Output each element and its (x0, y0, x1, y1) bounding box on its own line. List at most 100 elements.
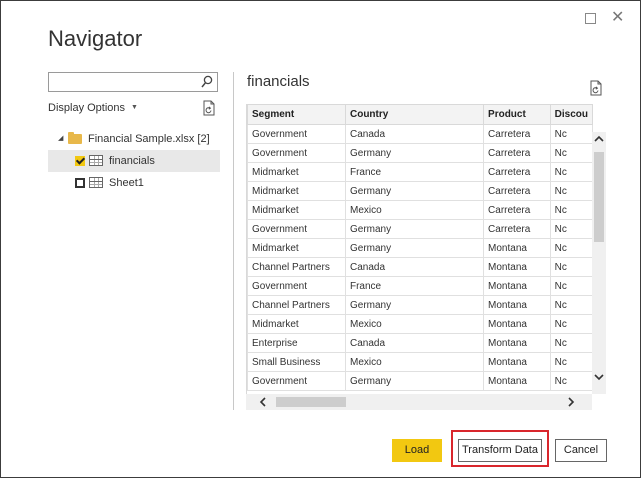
table-row: Midmarket Mexico Montana Nc (247, 314, 593, 334)
table-cell[interactable]: Montana (483, 257, 551, 277)
table-cell[interactable]: Nc (549, 333, 593, 353)
table-cell[interactable]: Nc (549, 276, 593, 296)
table-icon (89, 155, 103, 166)
column-header-country[interactable]: Country (344, 104, 485, 125)
table-cell[interactable]: Small Business (247, 352, 346, 372)
table-row: Midmarket Germany Montana Nc (247, 238, 593, 258)
horizontal-scroll-thumb[interactable] (276, 397, 346, 407)
table-cell[interactable]: Nc (549, 352, 593, 372)
scroll-down-icon[interactable] (593, 372, 605, 382)
financials-checkbox[interactable] (75, 156, 85, 166)
table-cell[interactable]: Channel Partners (247, 257, 346, 277)
table-cell[interactable]: Carretera (483, 143, 551, 163)
vertical-scroll-thumb[interactable] (594, 152, 604, 242)
preview-title: financials (247, 73, 310, 90)
table-cell[interactable]: Government (247, 143, 346, 163)
table-cell[interactable]: Canada (344, 333, 485, 353)
scroll-up-icon[interactable] (593, 134, 605, 144)
table-cell[interactable]: Montana (483, 371, 551, 391)
table-cell[interactable]: Government (247, 124, 346, 144)
table-cell[interactable]: Government (247, 219, 346, 239)
search-icon[interactable] (201, 75, 213, 89)
sheet1-checkbox[interactable] (75, 178, 85, 188)
table-cell[interactable]: Midmarket (247, 238, 346, 258)
table-cell[interactable]: Canada (344, 257, 485, 277)
table-cell[interactable]: Midmarket (247, 181, 346, 201)
table-cell[interactable]: Midmarket (247, 314, 346, 334)
scroll-left-icon[interactable] (258, 396, 268, 408)
table-row: Channel Partners Canada Montana Nc (247, 257, 593, 277)
table-cell[interactable]: Nc (549, 295, 593, 315)
table-cell[interactable]: Montana (483, 314, 551, 334)
tree-item-label: financials (109, 155, 155, 167)
pane-divider[interactable] (233, 72, 234, 410)
table-cell[interactable]: Germany (344, 371, 485, 391)
table-cell[interactable]: Montana (483, 352, 551, 372)
load-button[interactable]: Load (392, 439, 442, 462)
column-header-product[interactable]: Product (483, 104, 551, 125)
table-cell[interactable]: Enterprise (247, 333, 346, 353)
vertical-scrollbar[interactable] (592, 132, 606, 394)
table-cell[interactable]: Nc (549, 314, 593, 334)
transform-data-button[interactable]: Transform Data (458, 439, 542, 462)
table-cell[interactable]: Montana (483, 333, 551, 353)
table-cell[interactable]: Montana (483, 295, 551, 315)
table-row: Government Germany Montana Nc (247, 371, 593, 391)
table-cell[interactable]: Midmarket (247, 200, 346, 220)
table-cell[interactable]: Carretera (483, 200, 551, 220)
table-cell[interactable]: France (344, 276, 485, 296)
table-cell[interactable]: Germany (344, 143, 485, 163)
scroll-right-icon[interactable] (566, 396, 576, 408)
table-cell[interactable]: Nc (549, 124, 593, 144)
cancel-button[interactable]: Cancel (555, 439, 607, 462)
display-options-dropdown[interactable]: Display Options ▼ (48, 102, 138, 114)
table-cell[interactable]: Government (247, 371, 346, 391)
refresh-icon[interactable] (202, 100, 216, 116)
refresh-icon[interactable] (589, 80, 603, 96)
table-cell[interactable]: Mexico (344, 200, 485, 220)
table-cell[interactable]: Nc (549, 181, 593, 201)
table-row: Midmarket Mexico Carretera Nc (247, 200, 593, 220)
table-cell[interactable]: Montana (483, 238, 551, 258)
table-cell[interactable]: Mexico (344, 352, 485, 372)
display-options-label: Display Options (48, 102, 126, 114)
folder-icon (68, 132, 82, 144)
table-cell[interactable]: Carretera (483, 162, 551, 182)
table-row: Government Germany Carretera Nc (247, 143, 593, 163)
table-cell[interactable]: Midmarket (247, 162, 346, 182)
table-cell[interactable]: Nc (549, 143, 593, 163)
tree-item-sheet1[interactable]: Sheet1 (48, 172, 220, 194)
tree-item-financials[interactable]: financials (48, 150, 220, 172)
table-cell[interactable]: Nc (549, 371, 593, 391)
column-header-discount[interactable]: Discou (549, 104, 593, 125)
table-cell[interactable]: France (344, 162, 485, 182)
search-input[interactable] (52, 76, 196, 94)
table-cell[interactable]: Germany (344, 295, 485, 315)
header-row: Segment Country Product Discou (247, 104, 593, 125)
table-cell[interactable]: Carretera (483, 219, 551, 239)
table-cell[interactable]: Nc (549, 238, 593, 258)
table-cell[interactable]: Nc (549, 162, 593, 182)
table-cell[interactable]: Carretera (483, 181, 551, 201)
search-box[interactable] (48, 72, 218, 94)
table-cell[interactable]: Germany (344, 238, 485, 258)
table-cell[interactable]: Nc (549, 257, 593, 277)
table-cell[interactable]: Mexico (344, 314, 485, 334)
table-cell[interactable]: Nc (549, 219, 593, 239)
table-cell[interactable]: Government (247, 276, 346, 296)
table-cell[interactable]: Canada (344, 124, 485, 144)
close-icon[interactable]: ✕ (611, 9, 624, 25)
column-header-segment[interactable]: Segment (247, 104, 346, 125)
horizontal-scrollbar[interactable] (246, 394, 592, 410)
table-cell[interactable]: Germany (344, 219, 485, 239)
expand-arrow-icon[interactable]: ◢ (58, 128, 63, 150)
table-cell[interactable]: Germany (344, 181, 485, 201)
dialog-title: Navigator (48, 26, 143, 51)
table-cell[interactable]: Montana (483, 276, 551, 296)
table-cell[interactable]: Channel Partners (247, 295, 346, 315)
maximize-button[interactable] (585, 13, 596, 24)
table-cell[interactable]: Nc (549, 200, 593, 220)
table-cell[interactable]: Carretera (483, 124, 551, 144)
preview-table: Segment Country Product Discou Governmen… (247, 104, 593, 391)
tree-item-file[interactable]: ◢ Financial Sample.xlsx [2] (48, 128, 220, 150)
